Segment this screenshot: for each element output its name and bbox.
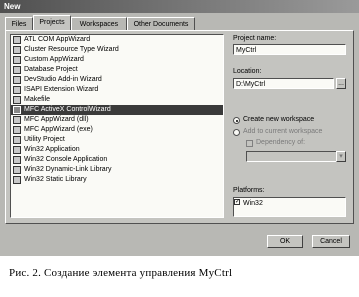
dependency-select[interactable] (246, 151, 346, 162)
mfc-exe-icon (13, 126, 21, 134)
tab-workspaces[interactable]: Workspaces (71, 17, 127, 30)
project-type-list[interactable]: ATL COM AppWizard Cluster Resource Type W… (10, 34, 224, 218)
project-type-label: Win32 Console Application (24, 156, 108, 163)
cancel-button[interactable]: Cancel (312, 235, 350, 248)
project-type-item[interactable]: Win32 Application (11, 145, 223, 155)
add-to-workspace-radio[interactable] (233, 129, 240, 136)
project-name-input[interactable]: MyCtrl (233, 44, 346, 55)
makefile-icon (13, 96, 21, 104)
project-type-label: MFC ActiveX ControlWizard (24, 106, 111, 113)
project-type-item[interactable]: ATL COM AppWizard (11, 35, 223, 45)
project-type-label: Database Project (24, 66, 78, 73)
browse-button[interactable]: ... (336, 78, 346, 89)
location-input[interactable]: D:\MyCtrl (233, 78, 334, 89)
dependency-dropdown-arrow-icon[interactable]: ▾ (336, 151, 346, 162)
project-type-label: ISAPI Extension Wizard (24, 86, 99, 93)
project-type-label: Win32 Application (24, 146, 80, 153)
location-label: Location: (233, 68, 262, 75)
platforms-list[interactable]: ✓ Win32 (233, 197, 346, 217)
dialog-title: New (0, 0, 359, 13)
isapi-icon (13, 86, 21, 94)
project-type-item[interactable]: Win32 Static Library (11, 175, 223, 185)
project-type-item[interactable]: Win32 Console Application (11, 155, 223, 165)
tab-files[interactable]: Files (5, 17, 33, 30)
project-type-label: ATL COM AppWizard (24, 36, 91, 43)
project-type-label: Win32 Static Library (24, 176, 87, 183)
cluster-icon (13, 46, 21, 54)
project-name-label: Project name: (233, 35, 277, 42)
lib-icon (13, 176, 21, 184)
project-type-item[interactable]: Win32 Dynamic-Link Library (11, 165, 223, 175)
project-type-item[interactable]: MFC AppWizard (dll) (11, 115, 223, 125)
project-type-item[interactable]: Database Project (11, 65, 223, 75)
mfc-dll-icon (13, 116, 21, 124)
project-type-label: Cluster Resource Type Wizard (24, 46, 119, 53)
project-type-item[interactable]: Cluster Resource Type Wizard (11, 45, 223, 55)
atl-icon (13, 36, 21, 44)
project-type-label: MFC AppWizard (dll) (24, 116, 89, 123)
project-type-item[interactable]: Makefile (11, 95, 223, 105)
project-type-item[interactable]: DevStudio Add-in Wizard (11, 75, 223, 85)
utility-icon (13, 136, 21, 144)
addin-icon (13, 76, 21, 84)
dependency-label: Dependency of: (256, 139, 306, 146)
create-new-workspace-label: Create new workspace (243, 116, 315, 123)
tab-projects[interactable]: Projects (33, 15, 71, 30)
activex-icon (13, 106, 21, 114)
create-new-workspace-radio[interactable] (233, 117, 240, 124)
check-mark-icon: ✓ (235, 199, 241, 205)
project-type-label: Custom AppWizard (24, 56, 84, 63)
figure-caption: Рис. 2. Создание элемента управления MyC… (9, 267, 233, 279)
project-type-item[interactable]: MFC AppWizard (exe) (11, 125, 223, 135)
tab-other-documents[interactable]: Other Documents (127, 17, 195, 30)
dependency-checkbox[interactable] (246, 140, 253, 147)
add-to-workspace-label: Add to current workspace (243, 128, 323, 135)
project-type-label: DevStudio Add-in Wizard (24, 76, 102, 83)
platforms-label: Platforms: (233, 187, 265, 194)
project-type-label: Makefile (24, 96, 51, 103)
database-icon (13, 66, 21, 74)
dll-icon (13, 166, 21, 174)
project-type-item[interactable]: MFC ActiveX ControlWizard (11, 105, 223, 115)
project-type-item[interactable]: Custom AppWizard (11, 55, 223, 65)
platform-win32-checkbox[interactable]: ✓ (234, 199, 240, 205)
project-type-label: Utility Project (24, 136, 65, 143)
project-type-label: MFC AppWizard (exe) (24, 126, 93, 133)
project-type-item[interactable]: Utility Project (11, 135, 223, 145)
new-dialog: New Files Projects Workspaces Other Docu… (0, 0, 359, 256)
project-type-item[interactable]: ISAPI Extension Wizard (11, 85, 223, 95)
project-type-label: Win32 Dynamic-Link Library (24, 166, 112, 173)
wizard-icon (13, 56, 21, 64)
ok-button[interactable]: OK (267, 235, 303, 248)
console-icon (13, 156, 21, 164)
platform-win32-label: Win32 (243, 200, 263, 207)
win32-app-icon (13, 146, 21, 154)
